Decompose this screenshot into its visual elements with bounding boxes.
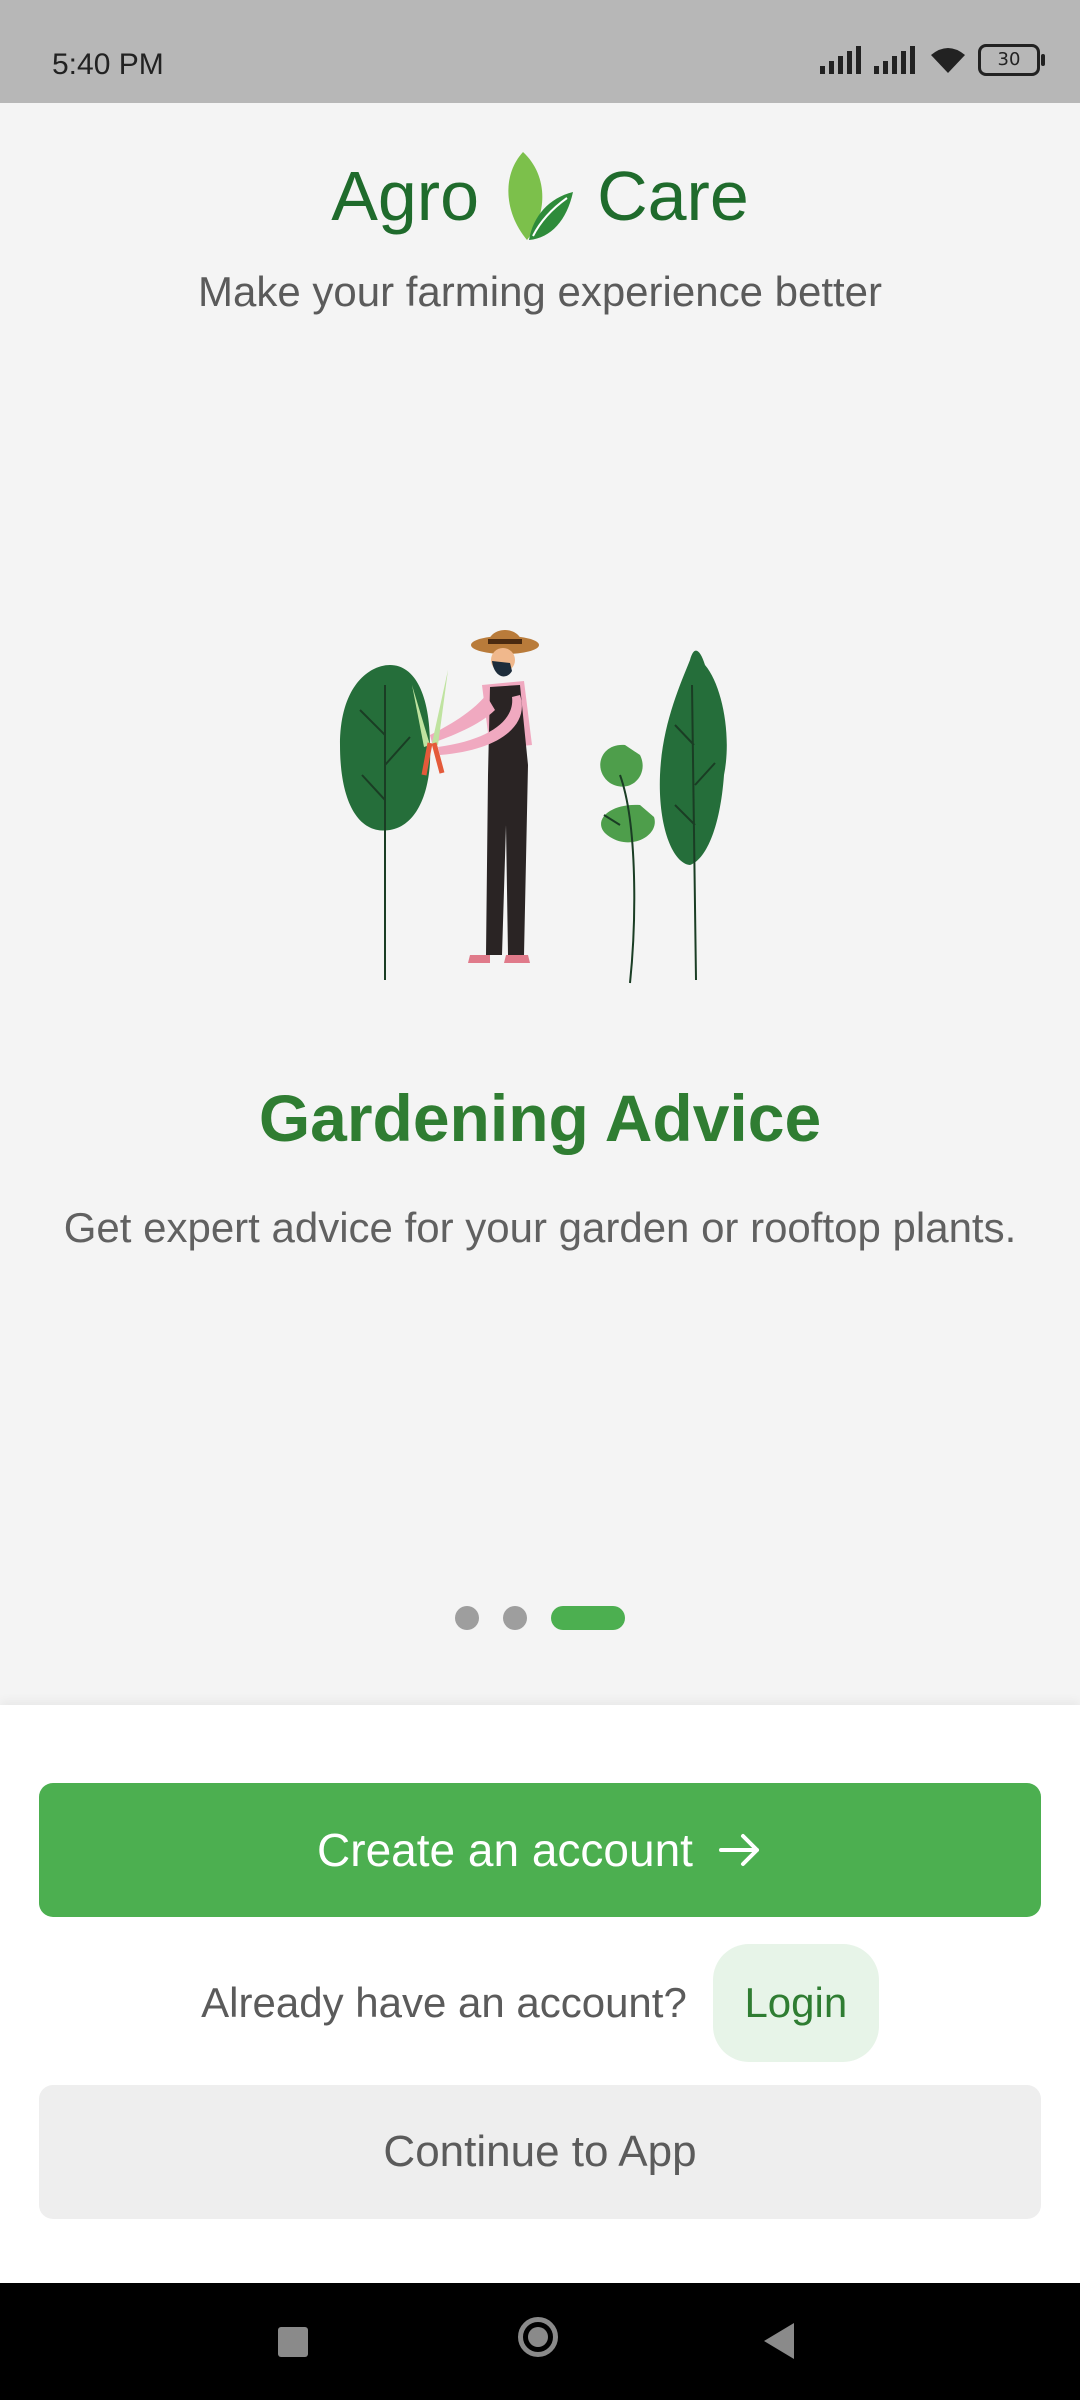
status-icons: 30 bbox=[820, 44, 1045, 76]
status-time: 5:40 PM bbox=[52, 48, 164, 81]
brand-word-right: Care bbox=[597, 157, 749, 235]
brand-logo: Agro Care bbox=[0, 150, 1080, 242]
square-icon[interactable] bbox=[278, 2327, 308, 2357]
leaf-icon bbox=[508, 152, 574, 240]
battery-icon: 30 bbox=[978, 44, 1045, 76]
login-button[interactable]: Login bbox=[712, 1944, 879, 2062]
signal-icon-2 bbox=[874, 46, 915, 74]
wifi-icon bbox=[931, 48, 965, 73]
back-triangle-icon[interactable] bbox=[764, 2323, 794, 2359]
gardener-illustration bbox=[340, 630, 727, 984]
login-row: Already have an account? Login bbox=[0, 1943, 1080, 2063]
status-bar: 5:40 PM 30 bbox=[0, 0, 1080, 103]
arrow-right-icon bbox=[718, 1834, 759, 1866]
page-indicator bbox=[0, 1606, 1080, 1630]
slide-description: Get expert advice for your garden or roo… bbox=[63, 1204, 1017, 1251]
page-dot-1[interactable] bbox=[455, 1606, 479, 1630]
login-prompt: Already have an account? bbox=[201, 1979, 687, 2026]
system-nav-bar bbox=[0, 2283, 1080, 2400]
home-circle-icon[interactable] bbox=[518, 2317, 558, 2357]
continue-to-app-button[interactable]: Continue to App bbox=[39, 2085, 1041, 2219]
brand-word-left: Agro bbox=[331, 157, 480, 235]
page-dot-2[interactable] bbox=[503, 1606, 527, 1630]
tagline: Make your farming experience better bbox=[198, 268, 882, 315]
bottom-actions-panel: Create an account Already have an accoun… bbox=[0, 1705, 1080, 2283]
page-dot-3-active[interactable] bbox=[551, 1606, 625, 1630]
signal-icon bbox=[820, 46, 861, 74]
slide-title: Gardening Advice bbox=[258, 1081, 822, 1155]
create-account-label: Create an account bbox=[317, 1824, 693, 1876]
create-account-button[interactable]: Create an account bbox=[39, 1783, 1041, 1917]
